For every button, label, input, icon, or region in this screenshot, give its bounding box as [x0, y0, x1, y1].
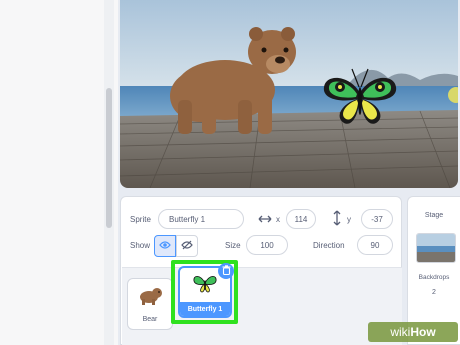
sprite-info-pane: Sprite Butterfly 1 x 114 y -37 Show Size…: [120, 196, 402, 345]
bear-sprite-icon: [139, 286, 163, 311]
sprite-name-value: Butterfly 1: [169, 214, 206, 224]
scratch-editor: Sprite Butterfly 1 x 114 y -37 Show Size…: [0, 0, 460, 345]
watermark-part2: How: [410, 325, 436, 339]
size-input[interactable]: 100: [246, 235, 288, 255]
x-value: 114: [294, 214, 308, 224]
trash-icon: [222, 262, 231, 280]
backdrops-label: Backdrops: [418, 274, 450, 281]
stage-pane-title: Stage: [424, 212, 444, 219]
butterfly-sprite-icon: [193, 274, 217, 299]
sprite-name-input[interactable]: Butterfly 1: [158, 209, 244, 229]
direction-input[interactable]: 90: [357, 235, 393, 255]
eye-icon: [159, 237, 171, 255]
show-visible-button[interactable]: [154, 235, 176, 257]
sprite-list: Bear: [122, 267, 402, 345]
y-label: y: [347, 215, 351, 224]
stage-area: [118, 0, 460, 190]
direction-label: Direction: [313, 241, 345, 250]
stage[interactable]: [120, 0, 458, 188]
y-value: -37: [371, 214, 383, 224]
horizontal-arrows-icon: [258, 212, 272, 230]
show-hidden-button[interactable]: [176, 235, 198, 257]
wikihow-watermark: wiki How: [368, 322, 458, 342]
code-area: [0, 0, 118, 345]
eye-slash-icon: [181, 237, 193, 255]
watermark-part1: wiki: [390, 325, 411, 339]
backdrop-thumbnail: [416, 233, 456, 263]
size-value: 100: [260, 240, 274, 250]
show-label: Show: [130, 241, 151, 250]
scrollbar-thumb[interactable]: [106, 88, 112, 228]
size-label: Size: [225, 241, 241, 250]
sprite-label: Sprite: [130, 215, 151, 224]
delete-sprite-button[interactable]: [218, 263, 234, 279]
sprite-tile-label: Bear: [142, 316, 158, 323]
x-label: x: [276, 215, 280, 224]
vertical-arrows-icon: [332, 210, 342, 231]
sprite-tile-bear[interactable]: Bear: [127, 278, 173, 330]
y-input[interactable]: -37: [361, 209, 393, 229]
direction-value: 90: [370, 240, 380, 250]
sprite-tile-label-selected: Butterfly 1: [180, 302, 230, 316]
x-input[interactable]: 114: [286, 209, 316, 229]
backdrops-count: 2: [432, 289, 436, 296]
